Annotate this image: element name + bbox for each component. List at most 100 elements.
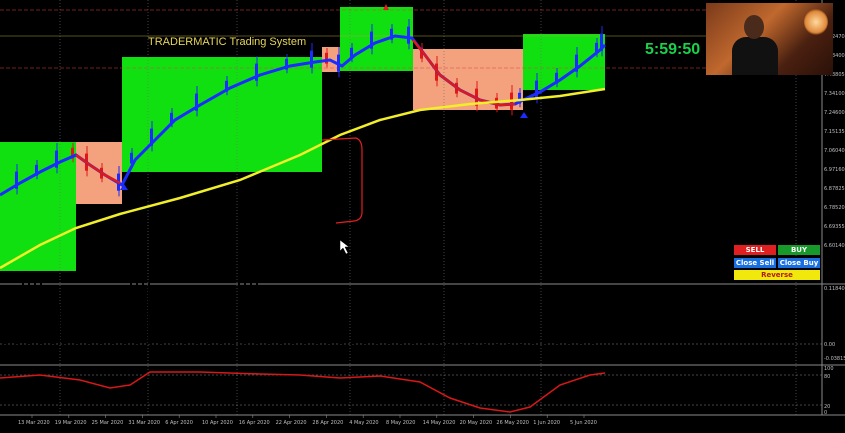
oscillator-bar: [52, 295, 54, 344]
oscillator-bar: [262, 288, 264, 344]
oscillator-bar: [418, 339, 420, 344]
oscillator-bar: [220, 303, 222, 344]
oscillator-bar: [106, 312, 108, 344]
oscillator-bar: [580, 317, 582, 344]
oscillator-bar: [34, 279, 36, 344]
oscillator-bar: [472, 344, 474, 348]
date-axis-label: 8 May 2020: [386, 420, 415, 426]
oscillator-bar: [352, 294, 354, 344]
oscillator-bar: [520, 344, 522, 349]
oscillator-bar: [280, 313, 282, 344]
oscillator-bar: [340, 286, 342, 344]
oscillator-bar: [94, 325, 96, 344]
oscillator-bar: [76, 325, 78, 344]
oscillator-bar: [310, 325, 312, 344]
oscillator-bar: [70, 320, 72, 344]
oscillator-bar: [46, 288, 48, 344]
date-axis-label: 26 May 2020: [496, 420, 529, 426]
buy-arrow-icon: [520, 112, 528, 118]
oscillator-bar: [226, 294, 228, 344]
date-axis-label: 14 May 2020: [423, 420, 456, 426]
oscillator-bar: [448, 344, 450, 353]
date-axis-label: 4 May 2020: [349, 420, 378, 426]
oscillator-bar: [196, 328, 198, 344]
oscillator-bar: [358, 294, 360, 344]
buy-zone: [122, 57, 322, 172]
oscillator-bar: [214, 311, 216, 344]
oscillator-bar: [58, 304, 60, 344]
oscillator-bar: [412, 343, 414, 344]
oscillator-bar: [274, 305, 276, 344]
oscillator-bar: [430, 325, 432, 344]
price-axis-label: 7.06040: [824, 148, 845, 154]
candle-body: [310, 50, 313, 68]
rsi-axis-label: 80: [824, 374, 830, 380]
close-buy-button[interactable]: Close Buy: [778, 258, 820, 268]
oscillator-bar: [442, 344, 444, 355]
oscillator-bar: [490, 344, 492, 355]
oscillator-bar: [88, 328, 90, 344]
oscillator-bar: [148, 282, 150, 344]
oscillator-bar: [526, 333, 528, 344]
oscillator-bar: [316, 319, 318, 344]
oscillator-bar: [238, 281, 240, 344]
oscillator-bar: [514, 344, 516, 346]
oscillator-bar: [394, 336, 396, 344]
buy-button[interactable]: BUY: [778, 245, 820, 255]
reverse-button[interactable]: Reverse: [734, 270, 820, 280]
price-axis-label: 6.97160: [824, 167, 845, 173]
date-axis-label: 1 Jun 2020: [533, 420, 560, 426]
oscillator-bar: [376, 311, 378, 344]
date-axis-label: 13 Mar 2020: [18, 420, 50, 426]
oscillator-bar: [466, 344, 468, 346]
oscillator-bar: [130, 282, 132, 344]
oscillator-bar: [586, 315, 588, 344]
oscillator-bar: [538, 330, 540, 344]
candle-body: [407, 26, 410, 44]
bar-timer: 5:59:50: [645, 41, 700, 58]
oscillator-bar: [568, 321, 570, 344]
oscillator-bar: [292, 326, 294, 344]
oscillator-bar: [556, 324, 558, 344]
oscillator-bar: [208, 319, 210, 344]
date-axis-label: 25 Mar 2020: [92, 420, 124, 426]
oscillator-bar: [322, 311, 324, 344]
oscillator-bar: [100, 319, 102, 344]
oscillator-bar: [256, 282, 258, 344]
oscillator-bar: [40, 282, 42, 344]
oscillator-bar: [328, 302, 330, 344]
oscillator-bar: [508, 344, 510, 346]
price-axis-label: 6.87825: [824, 186, 845, 192]
rsi-axis-label: 100: [824, 366, 834, 372]
oscillator-bar: [532, 331, 534, 344]
lamp-icon: [804, 9, 828, 35]
rsi-line: [0, 371, 606, 413]
oscillator-bar: [202, 325, 204, 344]
oscillator-bar: [346, 296, 348, 344]
price-axis-label: 6.60140: [824, 243, 845, 249]
chart-title: TRADERMATIC Trading System: [148, 36, 306, 48]
price-axis-label: 6.78520: [824, 205, 845, 211]
oscillator-bar: [232, 287, 234, 344]
oscillator-bar: [382, 320, 384, 344]
oscillator-bar: [82, 328, 84, 344]
oscillator-axis-label: -0.03815: [824, 356, 845, 362]
oscillator-bar: [298, 328, 300, 344]
date-axis-label: 31 Mar 2020: [128, 420, 160, 426]
oscillator-bar: [436, 317, 438, 344]
oscillator-bar: [550, 326, 552, 344]
presenter-head: [744, 15, 764, 39]
cursor-icon: [339, 239, 350, 255]
oscillator-bar: [370, 304, 372, 344]
oscillator-bar: [136, 279, 138, 344]
oscillator-bar: [388, 328, 390, 344]
oscillator-bar: [544, 328, 546, 344]
oscillator-bar: [454, 344, 456, 349]
date-axis-label: 16 Apr 2020: [239, 420, 270, 426]
date-axis-label: 5 Jun 2020: [570, 420, 597, 426]
oscillator-bar: [190, 328, 192, 344]
price-axis-label: 6.69355: [824, 224, 845, 230]
oscillator-bar: [484, 344, 486, 355]
close-sell-button[interactable]: Close Sell: [734, 258, 776, 268]
sell-button[interactable]: SELL: [734, 245, 776, 255]
